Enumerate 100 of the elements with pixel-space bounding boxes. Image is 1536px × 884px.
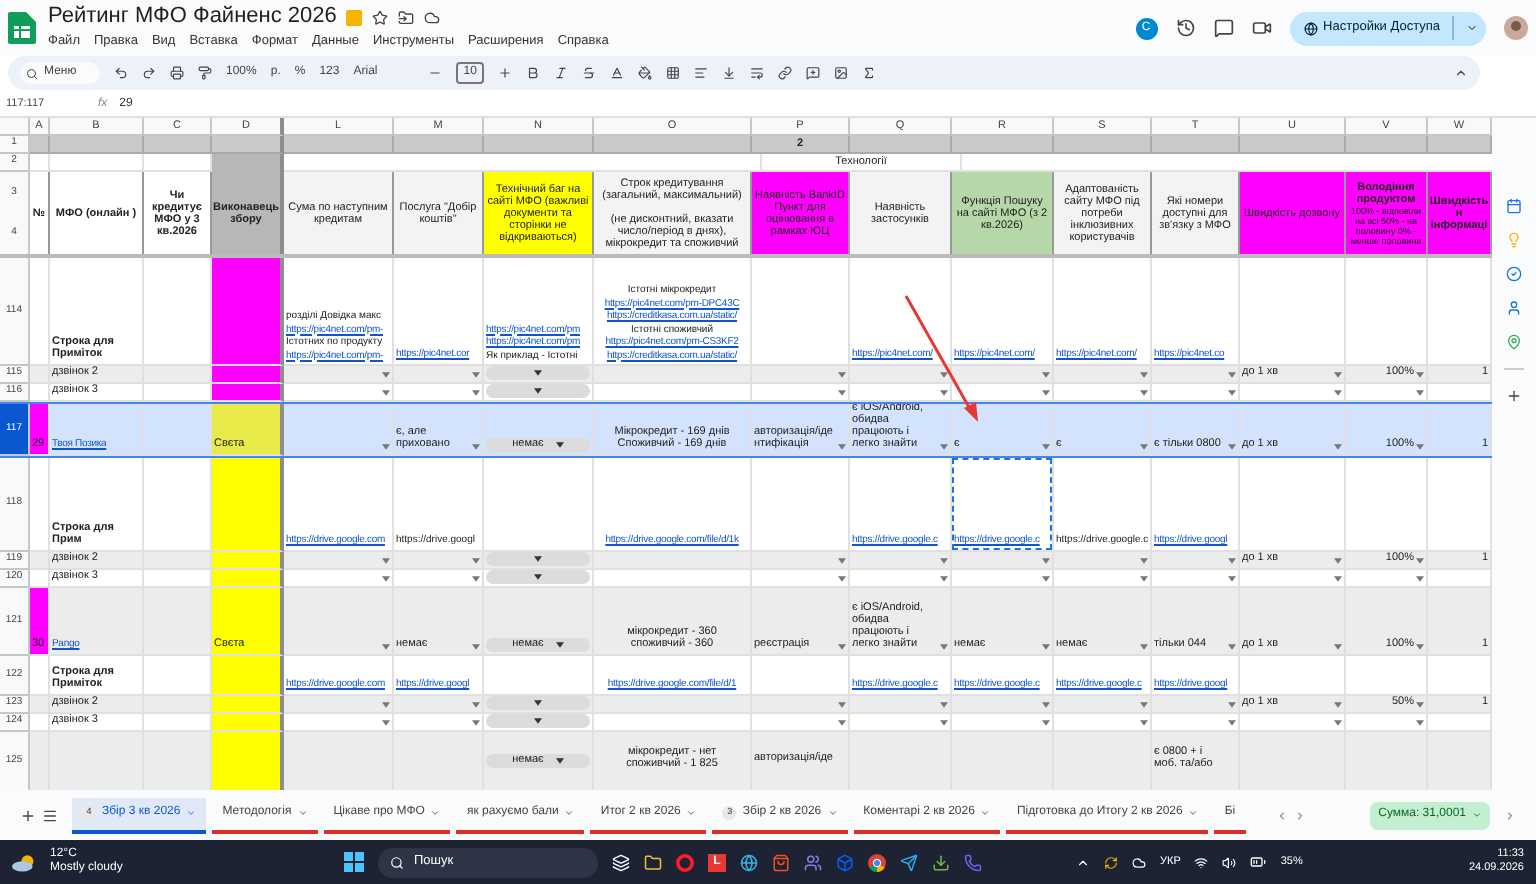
dropdown-caret-icon[interactable] — [1042, 720, 1050, 726]
person-icon[interactable] — [1506, 300, 1522, 316]
dropdown-caret-icon[interactable] — [534, 388, 542, 394]
dropdown-caret-icon[interactable] — [1228, 390, 1236, 396]
dropdown-caret-icon[interactable] — [838, 576, 846, 582]
dropdown-caret-icon[interactable] — [382, 576, 390, 582]
dropdown-caret-icon[interactable] — [534, 370, 542, 376]
dropdown-caret-icon[interactable] — [1416, 720, 1424, 726]
add-comment-icon[interactable] — [806, 66, 821, 80]
fill-color-icon[interactable] — [638, 66, 653, 80]
download-icon[interactable] — [932, 853, 950, 871]
dropdown-caret-icon[interactable] — [472, 576, 480, 582]
ring-icon[interactable] — [676, 853, 694, 871]
dropdown-caret-icon[interactable] — [1140, 576, 1148, 582]
tab-menu-icon[interactable] — [686, 808, 697, 818]
paint-format-icon[interactable] — [198, 66, 212, 80]
link-icon[interactable] — [778, 66, 793, 80]
minus-icon[interactable] — [427, 66, 442, 80]
tray-expand-icon[interactable] — [1076, 855, 1090, 869]
check-icon[interactable] — [1506, 266, 1522, 282]
dropdown-caret-icon[interactable] — [1042, 390, 1050, 396]
expand-icon[interactable] — [1504, 809, 1516, 821]
avatar-icon[interactable] — [1504, 16, 1528, 40]
dropdown-caret-icon[interactable] — [382, 720, 390, 726]
globe-icon[interactable] — [740, 853, 758, 871]
table-row[interactable] — [0, 258, 1492, 366]
sheets-logo-icon[interactable] — [8, 12, 36, 44]
bold-icon[interactable] — [526, 66, 541, 80]
move-icon[interactable] — [398, 9, 415, 26]
dropdown-caret-icon[interactable] — [838, 390, 846, 396]
dropdown-caret-icon[interactable] — [1334, 390, 1342, 396]
vertical-align-icon[interactable] — [722, 66, 737, 80]
all-sheets-icon[interactable] — [42, 807, 58, 823]
people-icon[interactable] — [804, 853, 822, 871]
dropdown-caret-icon[interactable] — [555, 442, 564, 448]
dropdown-caret-icon[interactable] — [940, 390, 948, 396]
redo-icon[interactable] — [142, 66, 156, 80]
italic-icon[interactable] — [554, 66, 569, 80]
bag-icon[interactable] — [772, 853, 790, 871]
windows-logo-icon[interactable] — [344, 852, 364, 872]
dropdown-caret-icon[interactable] — [1228, 576, 1236, 582]
scroll-left-icon[interactable] — [1275, 809, 1288, 821]
dropdown-caret-icon[interactable] — [555, 642, 564, 648]
sync-icon[interactable] — [1104, 855, 1118, 869]
task-view-icon[interactable] — [612, 853, 630, 871]
tab-menu-icon[interactable] — [1188, 808, 1199, 818]
phone-icon[interactable] — [964, 853, 982, 871]
paper-plane-icon[interactable] — [900, 853, 918, 871]
dropdown-caret-icon[interactable] — [472, 720, 480, 726]
wifi-icon[interactable] — [1194, 855, 1209, 869]
tab-menu-icon[interactable] — [186, 808, 197, 818]
align-icon[interactable] — [694, 66, 709, 80]
calendar-icon[interactable] — [1506, 198, 1522, 214]
dropdown-caret-icon[interactable] — [555, 757, 564, 763]
battery-icon[interactable] — [1250, 854, 1267, 870]
dropdown-caret-icon[interactable] — [1416, 390, 1424, 396]
dropdown-caret-icon[interactable] — [838, 720, 846, 726]
collapse-icon[interactable] — [1454, 66, 1468, 80]
browser-icon[interactable] — [868, 853, 886, 871]
caret-icon[interactable] — [1466, 22, 1478, 34]
dropdown-caret-icon[interactable] — [1228, 720, 1236, 726]
scroll-right-icon[interactable] — [1293, 809, 1306, 821]
comment-icon[interactable] — [1213, 18, 1234, 38]
dropdown-caret-icon[interactable] — [940, 576, 948, 582]
box-icon[interactable] — [836, 853, 854, 871]
borders-icon[interactable] — [666, 66, 681, 80]
dropdown-caret-icon[interactable] — [1334, 576, 1342, 582]
tab-menu-icon[interactable] — [297, 808, 308, 818]
dropdown-caret-icon[interactable] — [534, 556, 542, 562]
caret-icon[interactable] — [1472, 810, 1482, 820]
image-icon[interactable] — [834, 66, 849, 80]
dropdown-caret-icon[interactable] — [534, 574, 542, 580]
strikethrough-icon[interactable] — [582, 66, 597, 80]
wrap-icon[interactable] — [750, 66, 765, 80]
weather-cloud-icon[interactable] — [12, 853, 36, 871]
tab-menu-icon[interactable] — [827, 808, 838, 818]
sigma-icon[interactable] — [862, 66, 877, 80]
add-icon[interactable] — [1506, 388, 1522, 404]
document-title[interactable]: Рейтинг МФО Файненс 2026 — [48, 6, 337, 29]
dropdown-caret-icon[interactable] — [1334, 720, 1342, 726]
folder-icon[interactable] — [644, 853, 662, 871]
dropdown-caret-icon[interactable] — [1140, 390, 1148, 396]
tab-menu-icon[interactable] — [980, 808, 991, 818]
tab-menu-icon[interactable] — [564, 808, 575, 818]
video-icon[interactable] — [1251, 18, 1272, 38]
text-color-icon[interactable] — [610, 66, 625, 80]
dropdown-caret-icon[interactable] — [1042, 576, 1050, 582]
dropdown-caret-icon[interactable] — [940, 720, 948, 726]
dropdown-caret-icon[interactable] — [472, 390, 480, 396]
dropdown-caret-icon[interactable] — [1416, 576, 1424, 582]
dropdown-caret-icon[interactable] — [534, 718, 542, 724]
print-icon[interactable] — [170, 66, 184, 80]
volume-icon[interactable] — [1222, 855, 1237, 869]
undo-icon[interactable] — [114, 66, 128, 80]
dropdown-caret-icon[interactable] — [1140, 720, 1148, 726]
map-pin-icon[interactable] — [1506, 334, 1522, 350]
dropdown-caret-icon[interactable] — [382, 390, 390, 396]
tab-menu-icon[interactable] — [430, 808, 441, 818]
dropdown-caret-icon[interactable] — [534, 700, 542, 706]
add-sheet-icon[interactable] — [20, 807, 36, 823]
